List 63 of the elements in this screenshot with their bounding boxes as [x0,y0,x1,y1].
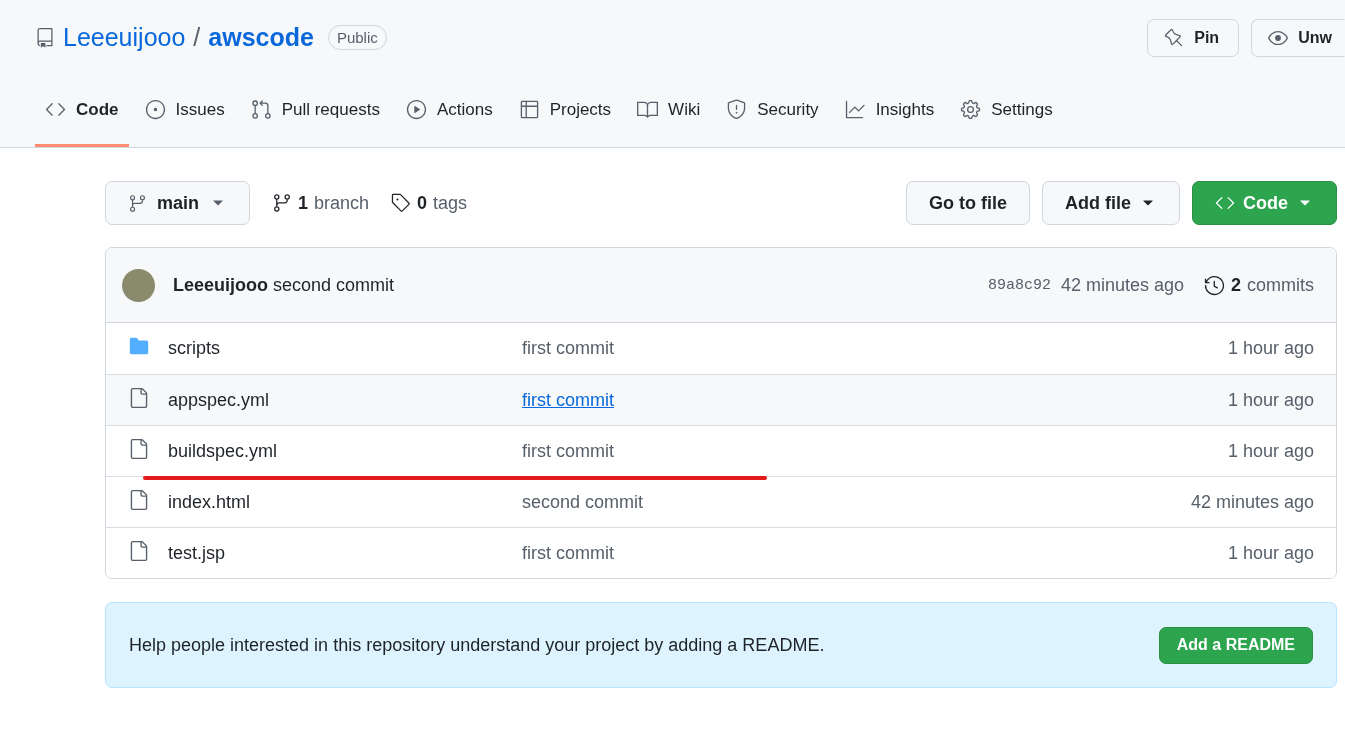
file-time: 1 hour ago [1227,338,1314,359]
header-action-button[interactable]: Pin [1147,18,1240,57]
file-name-link[interactable]: index.html [168,491,522,513]
file-name-link[interactable]: scripts [168,338,522,359]
commits-link[interactable]: commits [1247,274,1314,296]
graph-icon [844,99,866,120]
avatar [122,268,155,302]
repo-icon [35,27,55,48]
branch-select-button[interactable]: main [105,181,250,225]
book-icon [637,99,659,120]
commit-sha-link[interactable]: 89a8c92 [987,276,1051,294]
pin-icon [1164,27,1185,48]
settings-icon [960,99,982,120]
file-name-link[interactable]: appspec.yml [168,389,522,411]
repo-tab[interactable]: Pull requests [240,75,390,147]
repo-tab[interactable]: Projects [508,75,622,147]
history-icon [1204,274,1225,296]
repo-tab[interactable]: Code [35,75,129,147]
repo-tab[interactable]: Wiki [627,75,711,147]
file-row[interactable]: appspec.yml first commit 1 hour ago [106,374,1336,425]
repo-tab[interactable]: Settings [950,75,1063,147]
file-name-link[interactable]: test.jsp [168,542,522,564]
repo-tab[interactable]: Security [716,75,829,147]
branch-count: 1 [298,192,309,214]
branch-icon [128,193,147,213]
repo-name-link[interactable]: awscode [208,23,314,52]
file-icon [128,539,150,562]
branch-link[interactable]: branch [314,192,370,214]
path-separator: / [193,23,201,52]
commit-message-link[interactable]: first commit [522,542,614,564]
header-action-button[interactable]: Unw [1251,18,1345,57]
commit-message-link[interactable]: second commit [522,491,644,513]
table-icon [518,99,540,120]
file-time: 1 hour ago [1227,389,1314,411]
commit-summary: Leeeuijooo second commit [173,274,396,296]
commit-message-link[interactable]: first commit [522,338,614,359]
tag-icon [391,193,412,213]
file-icon [128,386,150,409]
pull-request-icon [250,99,272,120]
file-time: 1 hour ago [1227,440,1314,462]
file-row[interactable]: test.jsp first commit 1 hour ago [106,527,1336,578]
readme-hint: Help people interested in this repository understand your project by adding a README. [129,634,825,656]
file-icon [128,437,150,460]
play-icon [405,99,427,120]
repo-tab[interactable]: Insights [834,75,945,147]
file-time: 1 hour ago [1227,542,1314,564]
commit-message-link[interactable]: first commit [522,389,614,411]
tags-link[interactable]: tags [433,192,468,214]
tag-count: 0 [417,192,428,214]
branch-icon [272,193,292,213]
file-name-link[interactable]: buildspec.yml [168,440,522,462]
folder-icon [128,335,150,357]
file-time: 42 minutes ago [1190,491,1314,513]
commits-count: 2 [1231,274,1241,296]
commit-time: 42 minutes ago [1060,274,1184,296]
file-icon [128,488,150,511]
commit-message-link[interactable]: first commit [522,440,614,462]
repo-tab[interactable]: Issues [134,75,235,147]
owner-link[interactable]: Leeeuijooo [63,23,186,52]
shield-icon [726,99,748,120]
file-action-button[interactable]: Add file [1042,181,1180,225]
file-action-button[interactable]: Go to file [906,181,1030,225]
repo-tab[interactable]: Actions [395,75,503,147]
